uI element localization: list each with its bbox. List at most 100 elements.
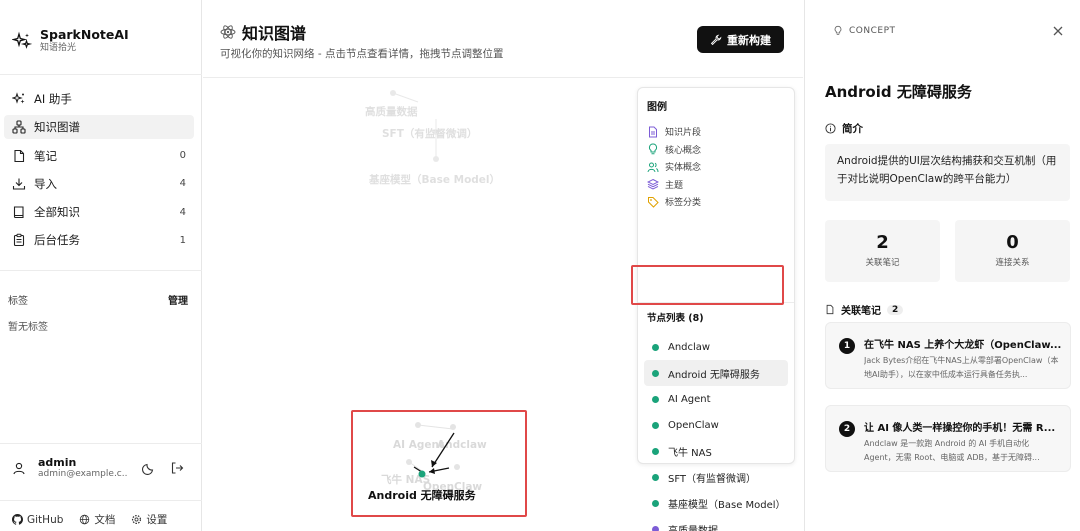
docs-label: 文档 [94, 514, 116, 526]
stat-value: 2 [876, 232, 889, 253]
node-list-item[interactable]: 飞牛 NAS [644, 438, 788, 464]
node-label: Andclaw [668, 341, 711, 353]
node-dot [652, 525, 659, 531]
sparkles-icon [12, 92, 26, 106]
clipboard-icon [12, 233, 26, 247]
divider [0, 500, 202, 501]
concept-tag: CONCEPT [833, 25, 896, 36]
user-icon [13, 462, 25, 474]
gear-icon [132, 514, 142, 525]
node-list-item[interactable]: 基座模型（Base Model） [644, 490, 788, 516]
legend-type-label: 核心概念 [665, 145, 702, 156]
intro-label: 简介 [842, 123, 863, 135]
related-note-card[interactable]: 2 让 AI 像人类一样操控你的手机！无需 R... Andclaw 是一款跑 … [825, 405, 1071, 472]
graph-node[interactable] [433, 156, 439, 162]
footer-links: GitHub 文档 设置 [12, 512, 167, 527]
user-block: admin admin@example.c... [12, 456, 192, 479]
node-list-item[interactable]: 高质量数据 [644, 516, 788, 531]
user-email: admin@example.c... [38, 469, 128, 479]
info-icon [825, 123, 836, 134]
manage-tags-link[interactable]: 管理 [168, 292, 188, 307]
legend-type-label: 知识片段 [665, 128, 702, 139]
main-nav: AI 助手 知识图谱 笔记 0 导入 4 全部知识 4 后台任务 1 [4, 87, 194, 257]
annotation-highlight-box [631, 265, 784, 305]
nav-item-all-knowledge[interactable]: 全部知识 4 [4, 200, 194, 224]
tags-label: 标签 [8, 296, 28, 307]
legend-types: 知识片段 核心概念 实体概念 主题 标签分类 [647, 123, 701, 211]
concept-title: Android 无障碍服务 [825, 83, 972, 101]
github-label: GitHub [27, 513, 64, 526]
legend-type-label: 主题 [665, 180, 684, 191]
node-label: 基座模型（Base Model） [668, 499, 786, 511]
node-list-item[interactable]: SFT（有监督微调） [644, 464, 788, 490]
nav-item-knowledge-graph[interactable]: 知识图谱 [4, 115, 194, 140]
node-label: SFT（有监督微调） [668, 473, 757, 485]
faded-cluster-top: 高质量数据 SFT（有监督微调） 基座模型（Base Model） [365, 90, 500, 186]
note-title: 在飞牛 NAS 上养个大龙虾（OpenClaw... [864, 340, 1062, 351]
docs-link[interactable]: 文档 [79, 512, 115, 527]
close-icon[interactable] [1051, 24, 1065, 38]
nav-item-ai-assistant[interactable]: AI 助手 [4, 87, 194, 111]
brand-subtitle: 知语拾光 [40, 43, 77, 53]
node-list-item[interactable]: OpenClaw [644, 412, 788, 438]
page-header: 知识图谱 可视化你的知识网络 - 点击节点查看详情，拖拽节点调整位置 重新构建 [203, 0, 803, 78]
stat-label: 关联笔记 [865, 258, 900, 268]
divider [0, 74, 202, 75]
globe-icon [80, 514, 90, 525]
settings-link[interactable]: 设置 [131, 512, 167, 527]
page-title: 知识图谱 [220, 20, 306, 44]
node-dot [652, 369, 659, 377]
intro-header: 简介 [825, 121, 863, 136]
note-description: Jack Bytes介绍在飞牛NAS上从零部署OpenClaw（本地AI助手），… [864, 356, 1059, 379]
tags-header: 标签 管理 [8, 292, 188, 307]
logout-icon[interactable] [170, 461, 184, 475]
legend-type: 主题 [647, 176, 701, 194]
nav-item-background-tasks[interactable]: 后台任务 1 [4, 228, 194, 252]
stat-label: 连接关系 [995, 258, 1030, 268]
users-icon [647, 161, 659, 173]
node-label: Android 无障碍服务 [668, 369, 760, 381]
divider [0, 443, 202, 444]
node-label: 飞牛 NAS [668, 447, 712, 459]
nav-item-import[interactable]: 导入 4 [4, 172, 194, 196]
node-label: AI Agent [668, 393, 711, 405]
node-list-item[interactable]: AI Agent [644, 386, 788, 412]
legend-type: 知识片段 [647, 123, 701, 141]
node-dot [652, 499, 659, 507]
nav-label: 笔记 [34, 148, 57, 163]
nav-count: 4 [179, 206, 186, 218]
bulb-icon [647, 143, 659, 155]
nav-count: 4 [179, 178, 186, 190]
rebuild-button[interactable]: 重新构建 [697, 26, 784, 53]
graph-label: 高质量数据 [365, 105, 418, 118]
annotation-highlight-box [351, 410, 527, 517]
user-info: admin admin@example.c... [38, 456, 128, 479]
download-icon [12, 177, 26, 191]
tag-icon [647, 196, 659, 208]
nodes-list: Andclaw Android 无障碍服务 AI Agent OpenClaw … [644, 334, 788, 531]
user-name: admin [38, 456, 77, 469]
nodes-list-title: 节点列表 (8) [647, 313, 704, 324]
legend-type-label: 标签分类 [665, 198, 702, 209]
nav-item-notes[interactable]: 笔记 0 [4, 144, 194, 168]
node-list-item-selected[interactable]: Android 无障碍服务 [644, 360, 788, 386]
node-label: OpenClaw [668, 419, 719, 431]
graph-node[interactable] [390, 90, 396, 96]
document-icon [647, 126, 659, 138]
related-notes-header: 关联笔记 2 [825, 302, 904, 317]
nav-count: 0 [179, 150, 186, 162]
wrench-icon [710, 34, 722, 45]
node-list-item[interactable]: Andclaw [644, 334, 788, 360]
document-icon [826, 304, 834, 315]
moon-icon[interactable] [142, 461, 156, 475]
page-title-text: 知识图谱 [242, 24, 307, 43]
settings-label: 设置 [146, 514, 168, 526]
related-note-card[interactable]: 1 在飞牛 NAS 上养个大龙虾（OpenClaw... Jack Bytes介… [825, 322, 1071, 389]
page-subtitle: 可视化你的知识网络 - 点击节点查看详情，拖拽节点调整位置 [220, 48, 504, 60]
bulb-icon [834, 25, 842, 35]
brand[interactable]: SparkNoteAI 知语拾光 [12, 28, 129, 54]
legend-type: 标签分类 [647, 193, 701, 211]
node-dot [652, 447, 659, 455]
github-link[interactable]: GitHub [12, 512, 63, 527]
github-icon [12, 514, 23, 525]
